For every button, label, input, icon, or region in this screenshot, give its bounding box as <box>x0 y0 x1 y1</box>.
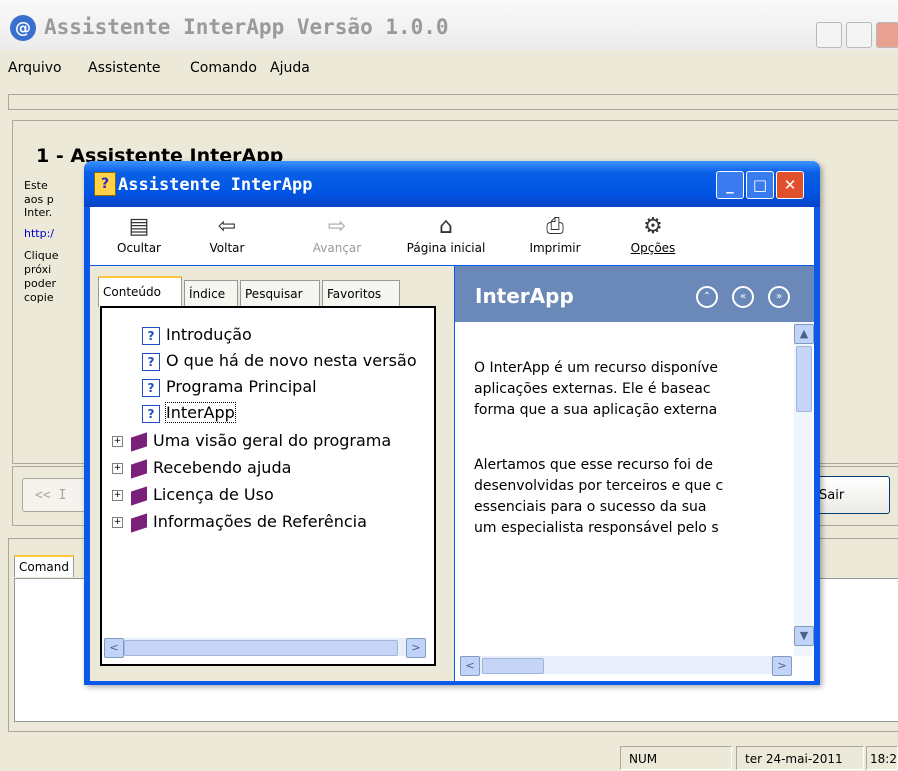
panel-text-line: Este <box>24 179 48 192</box>
tree-item-label: Informações de Referência <box>153 512 367 531</box>
toolbar-avancar-button[interactable]: ⇨ Avançar <box>294 207 380 265</box>
content-text-line: forma que a sua aplicação externa <box>474 402 718 418</box>
toolbar-ocultar-button[interactable]: ▤ Ocultar <box>96 207 182 265</box>
status-num: NUM <box>620 746 732 770</box>
tree-item-label: Programa Principal <box>166 377 317 396</box>
menu-ajuda[interactable]: Ajuda <box>270 60 310 76</box>
toolbar-label: Opções <box>630 241 676 255</box>
status-time: 18:2 <box>866 746 898 770</box>
toolbar-strip <box>8 94 898 110</box>
tree-item-book[interactable]: + Licença de Uso <box>112 482 426 508</box>
help-question-icon: ? <box>94 172 116 196</box>
menu-arquivo[interactable]: Arquivo <box>8 60 62 76</box>
content-scroll-thumb[interactable] <box>796 346 812 412</box>
tree-item-topic[interactable]: ? Introdução <box>142 322 426 348</box>
toolbar-label: Ocultar <box>117 241 161 255</box>
tree-item-label: Recebendo ajuda <box>153 458 292 477</box>
expand-plus-icon[interactable]: + <box>112 490 123 501</box>
scroll-up-icon[interactable]: ▲ <box>794 324 814 344</box>
toolbar-label: Voltar <box>209 241 245 255</box>
toolbar-opcoes-button[interactable]: ⚙ Opções <box>610 207 696 265</box>
tree-item-book[interactable]: + Informações de Referência <box>112 509 426 535</box>
tab-conteudo[interactable]: Conteúdo <box>98 276 182 307</box>
book-icon <box>131 431 147 452</box>
tree-item-topic[interactable]: ? O que há de novo nesta versão <box>142 348 426 374</box>
hide-icon: ▤ <box>128 214 150 239</box>
help-topic-icon: ? <box>142 326 160 345</box>
content-text-line: um especialista responsável pelo s <box>474 520 719 536</box>
scroll-left-icon[interactable]: < <box>104 638 124 658</box>
tree-item-label: O que há de novo nesta versão <box>166 351 417 370</box>
app-logo-icon: @ <box>10 15 36 41</box>
back-arrow-icon: ⇦ <box>217 214 237 239</box>
tab-favoritos[interactable]: Favoritos <box>322 280 400 306</box>
book-icon <box>131 485 147 506</box>
tree-item-book[interactable]: + Uma visão geral do programa <box>112 428 426 454</box>
scroll-down-icon[interactable]: ▼ <box>794 626 814 646</box>
menu-assistente[interactable]: Assistente <box>88 60 160 76</box>
close-button[interactable] <box>876 22 898 48</box>
scroll-right-icon[interactable]: > <box>772 656 792 676</box>
content-text-line: desenvolvidas por terceiros e que c <box>474 478 724 494</box>
content-text-line: O InterApp é um recurso disponíve <box>474 360 719 376</box>
toolbar-imprimir-button[interactable]: ⎙ Imprimir <box>512 207 598 265</box>
status-date: ter 24-mai-2011 <box>736 746 864 770</box>
content-heading: InterApp <box>475 284 574 308</box>
tree-scroll-thumb[interactable] <box>124 640 398 656</box>
tab-comandos[interactable]: Comand <box>14 555 74 577</box>
help-window-title: Assistente InterApp <box>118 175 313 195</box>
collapse-up-icon[interactable]: ⌃ <box>696 286 718 308</box>
expand-plus-icon[interactable]: + <box>112 517 123 528</box>
menu-comando[interactable]: Comando <box>190 60 257 76</box>
expand-plus-icon[interactable]: + <box>112 463 123 474</box>
book-icon <box>131 458 147 479</box>
help-topic-icon: ? <box>142 352 160 371</box>
help-topic-icon: ? <box>142 404 160 423</box>
toolbar-label: Avançar <box>312 241 362 255</box>
tree-item-topic-selected[interactable]: ? InterApp <box>142 400 426 426</box>
tree-item-topic[interactable]: ? Programa Principal <box>142 374 426 400</box>
content-text-line: aplicações externas. Ele é baseac <box>474 381 711 397</box>
toolbar-label: Página inicial <box>406 241 486 255</box>
previous-topic-icon[interactable]: « <box>732 286 754 308</box>
printer-icon: ⎙ <box>546 214 564 239</box>
expand-plus-icon[interactable]: + <box>112 436 123 447</box>
content-hscroll-thumb[interactable] <box>482 658 544 674</box>
help-minimize-button[interactable]: _ <box>716 171 744 199</box>
panel-text-line: aos p <box>24 193 54 206</box>
toolbar-label: Imprimir <box>529 241 581 255</box>
tree-item-label: Uma visão geral do programa <box>153 431 392 450</box>
main-title-bar: @ Assistente InterApp Versão 1.0.0 <box>0 0 898 50</box>
home-icon: ⌂ <box>439 214 453 239</box>
tree-item-book[interactable]: + Recebendo ajuda <box>112 455 426 481</box>
panel-text-line: Inter. <box>24 206 53 219</box>
tab-indice[interactable]: Índice <box>184 280 238 306</box>
panel-text-line: copie <box>24 291 54 304</box>
next-topic-icon[interactable]: » <box>768 286 790 308</box>
scroll-left-icon[interactable]: < <box>460 656 480 676</box>
forward-arrow-icon: ⇨ <box>327 214 347 239</box>
panel-text-line: próxi <box>24 263 52 276</box>
main-window-title: Assistente InterApp Versão 1.0.0 <box>44 15 449 39</box>
tab-pesquisar[interactable]: Pesquisar <box>240 280 320 306</box>
tree-item-label: InterApp <box>165 402 236 423</box>
toolbar-pagina-inicial-button[interactable]: ⌂ Página inicial <box>396 207 496 265</box>
options-icon: ⚙ <box>643 214 663 239</box>
minimize-button[interactable] <box>816 22 842 48</box>
book-icon <box>131 512 147 533</box>
content-text-line: Alertamos que esse recurso foi de <box>474 457 713 473</box>
panel-text-line: poder <box>24 277 56 290</box>
panel-text-line: Clique <box>24 249 59 262</box>
tree-item-label: Licença de Uso <box>153 485 274 504</box>
help-maximize-button[interactable]: □ <box>746 171 774 199</box>
scroll-right-icon[interactable]: > <box>406 638 426 658</box>
content-text-line: essenciais para o sucesso da sua <box>474 499 707 515</box>
help-topic-icon: ? <box>142 378 160 397</box>
help-close-button[interactable]: ✕ <box>776 171 804 199</box>
maximize-button[interactable] <box>846 22 872 48</box>
tree-item-label: Introdução <box>166 325 252 344</box>
panel-link[interactable]: http:/ <box>24 228 54 240</box>
toolbar-voltar-button[interactable]: ⇦ Voltar <box>184 207 270 265</box>
